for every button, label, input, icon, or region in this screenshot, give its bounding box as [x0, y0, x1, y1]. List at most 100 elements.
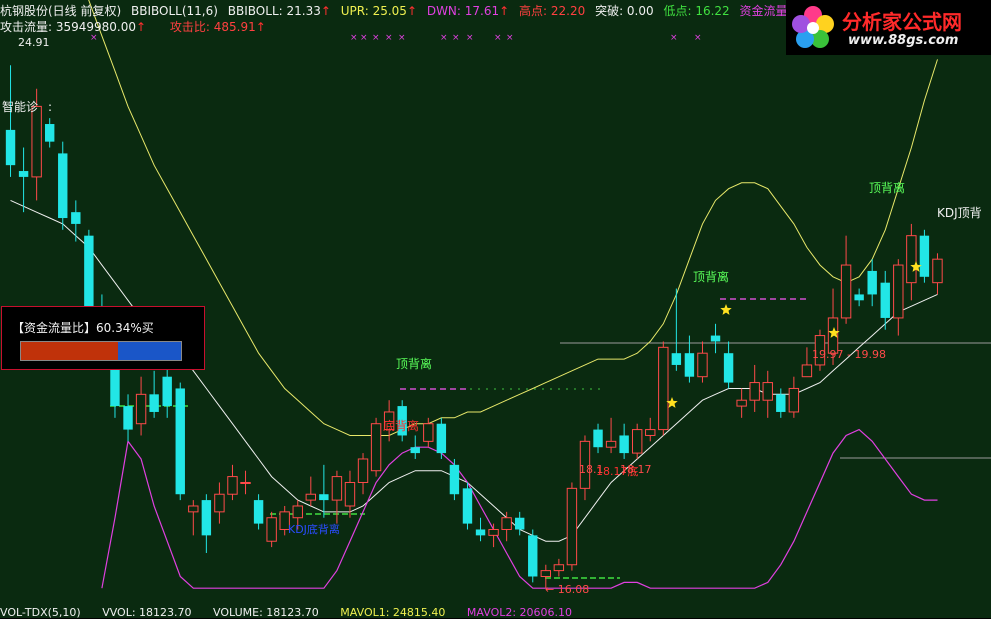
candle-body — [528, 535, 538, 577]
dwn-arrow: ↑ — [499, 4, 510, 18]
top-marker: × — [350, 33, 358, 43]
candle-body — [462, 488, 473, 524]
candle-body — [84, 235, 94, 307]
volume-footer: VOL-TDX(5,10) VVOL: 18123.70 VOLUME: 181… — [0, 606, 590, 619]
candle-body — [880, 282, 890, 318]
candle-body — [436, 423, 447, 454]
top-marker: × — [360, 33, 368, 43]
footer-vol-tdx: VOL-TDX(5,10) — [0, 606, 81, 619]
candle-body — [240, 481, 251, 484]
top-marker: × — [694, 33, 702, 43]
bbiboll-arrow: ↑ — [320, 4, 331, 18]
top-marker: × — [385, 33, 393, 43]
header-row: 杭钢股份(日线 前复权) BBIBOLL(11,6) BBIBOLL: 21.3… — [0, 2, 840, 18]
candle-body — [305, 493, 317, 501]
top-divergence-label-3: 顶背离 — [869, 181, 906, 195]
candle-body — [357, 458, 369, 483]
candle-body — [684, 353, 695, 377]
candle-body — [619, 435, 629, 454]
candle-body — [906, 235, 917, 284]
candle-body — [840, 264, 852, 319]
breakout-value: 突破: 0.00 — [595, 4, 654, 18]
candle-body — [566, 487, 578, 566]
candle-body — [710, 335, 721, 342]
logo-title: 分析家公式网 — [842, 10, 962, 34]
top-marker: × — [466, 33, 474, 43]
footer-mavol2: MAVOL2: 20606.10 — [466, 606, 573, 619]
candle-body — [162, 376, 172, 407]
sell-portion — [21, 342, 118, 360]
candle-body — [749, 382, 760, 401]
candle-body — [919, 235, 930, 277]
candle-body — [292, 505, 303, 519]
bottom-divergence-label: 底背离 — [383, 419, 420, 433]
candle-body — [867, 270, 877, 295]
high-point: 高点: 22.20 — [519, 4, 586, 18]
footer-volume: VOLUME: 18123.70 — [213, 606, 319, 619]
candle-body — [201, 500, 212, 536]
upr-arrow: ↑ — [406, 4, 417, 18]
footer-vvol: VVOL: 18123.70 — [102, 606, 192, 619]
candle-body — [553, 564, 565, 572]
bbiboll-value: BBIBOLL: 21.33 — [227, 4, 321, 18]
star-marker — [720, 304, 732, 315]
candle-body — [645, 429, 656, 436]
low-price-label: ← 16.08 — [545, 583, 590, 596]
bbiboll-param: BBIBOLL(11,6) — [131, 4, 218, 18]
top-marker: × — [494, 33, 502, 43]
candle-body — [370, 423, 382, 472]
candle-body — [5, 129, 16, 166]
candle-body — [762, 382, 773, 401]
candle-body — [932, 258, 943, 284]
top-divergence-label-1: 顶背离 — [396, 357, 433, 371]
candle-body — [175, 388, 185, 495]
candle-body — [475, 529, 486, 536]
candle-body — [788, 387, 800, 413]
money-flow-ratio-panel: 【资金流量比】60.34%买 — [1, 306, 205, 370]
upper-band-line — [88, 0, 938, 436]
header-row-2: 攻击流量: 35949980.00↑ 攻击比: 485.91↑ — [0, 18, 280, 34]
top-marker: × — [398, 33, 406, 43]
stock-name: 杭钢股份(日线 前复权) — [0, 4, 122, 18]
candle-body — [344, 481, 356, 507]
candle-body — [501, 517, 512, 530]
top-marker: × — [452, 33, 460, 43]
kdj-top-label: KDJ顶背 — [937, 206, 982, 220]
candle-body — [593, 429, 603, 448]
top-divergence-label-2: 顶背离 — [693, 270, 730, 284]
smart-diag-label: 智能诊: — [2, 100, 53, 114]
candle-body — [540, 570, 552, 577]
indicator-line — [101, 428, 938, 589]
candle-body — [135, 393, 147, 425]
candle-body — [410, 447, 420, 454]
candle-body — [423, 423, 434, 442]
top-marker: × — [440, 33, 448, 43]
candle-body — [18, 171, 29, 177]
candle-body — [266, 517, 277, 542]
candle-body — [253, 500, 264, 524]
upr-value: UPR: 25.05 — [340, 4, 407, 18]
flower-icon — [792, 6, 834, 48]
money-flow-ratio-text: 【资金流量比】60.34%买 — [12, 321, 154, 335]
candle-body — [449, 464, 460, 495]
candle-body — [123, 406, 133, 430]
logo-url: www.88gs.com — [848, 33, 959, 48]
attack-ratio-arrow: ↑ — [255, 20, 266, 34]
attack-flow: 攻击流量: 35949980.00 — [0, 20, 137, 34]
candle-body — [893, 264, 904, 319]
money-flow-ratio-bar — [20, 341, 182, 361]
candle-body — [214, 493, 225, 513]
top-marker: × — [670, 33, 678, 43]
low-point: 低点: 16.22 — [663, 4, 730, 18]
candle-body — [658, 346, 669, 431]
candle-body — [488, 528, 499, 536]
candle-body — [71, 212, 81, 224]
dwn-value: DWN: 17.61 — [426, 4, 500, 18]
candle-body — [631, 429, 643, 454]
candle-body — [801, 364, 813, 378]
top-marker: × — [372, 33, 380, 43]
candle-body — [331, 476, 343, 501]
site-logo: 分析家公式网 www.88gs.com — [786, 0, 991, 55]
candle-body — [58, 153, 68, 219]
candle-body — [149, 394, 159, 412]
